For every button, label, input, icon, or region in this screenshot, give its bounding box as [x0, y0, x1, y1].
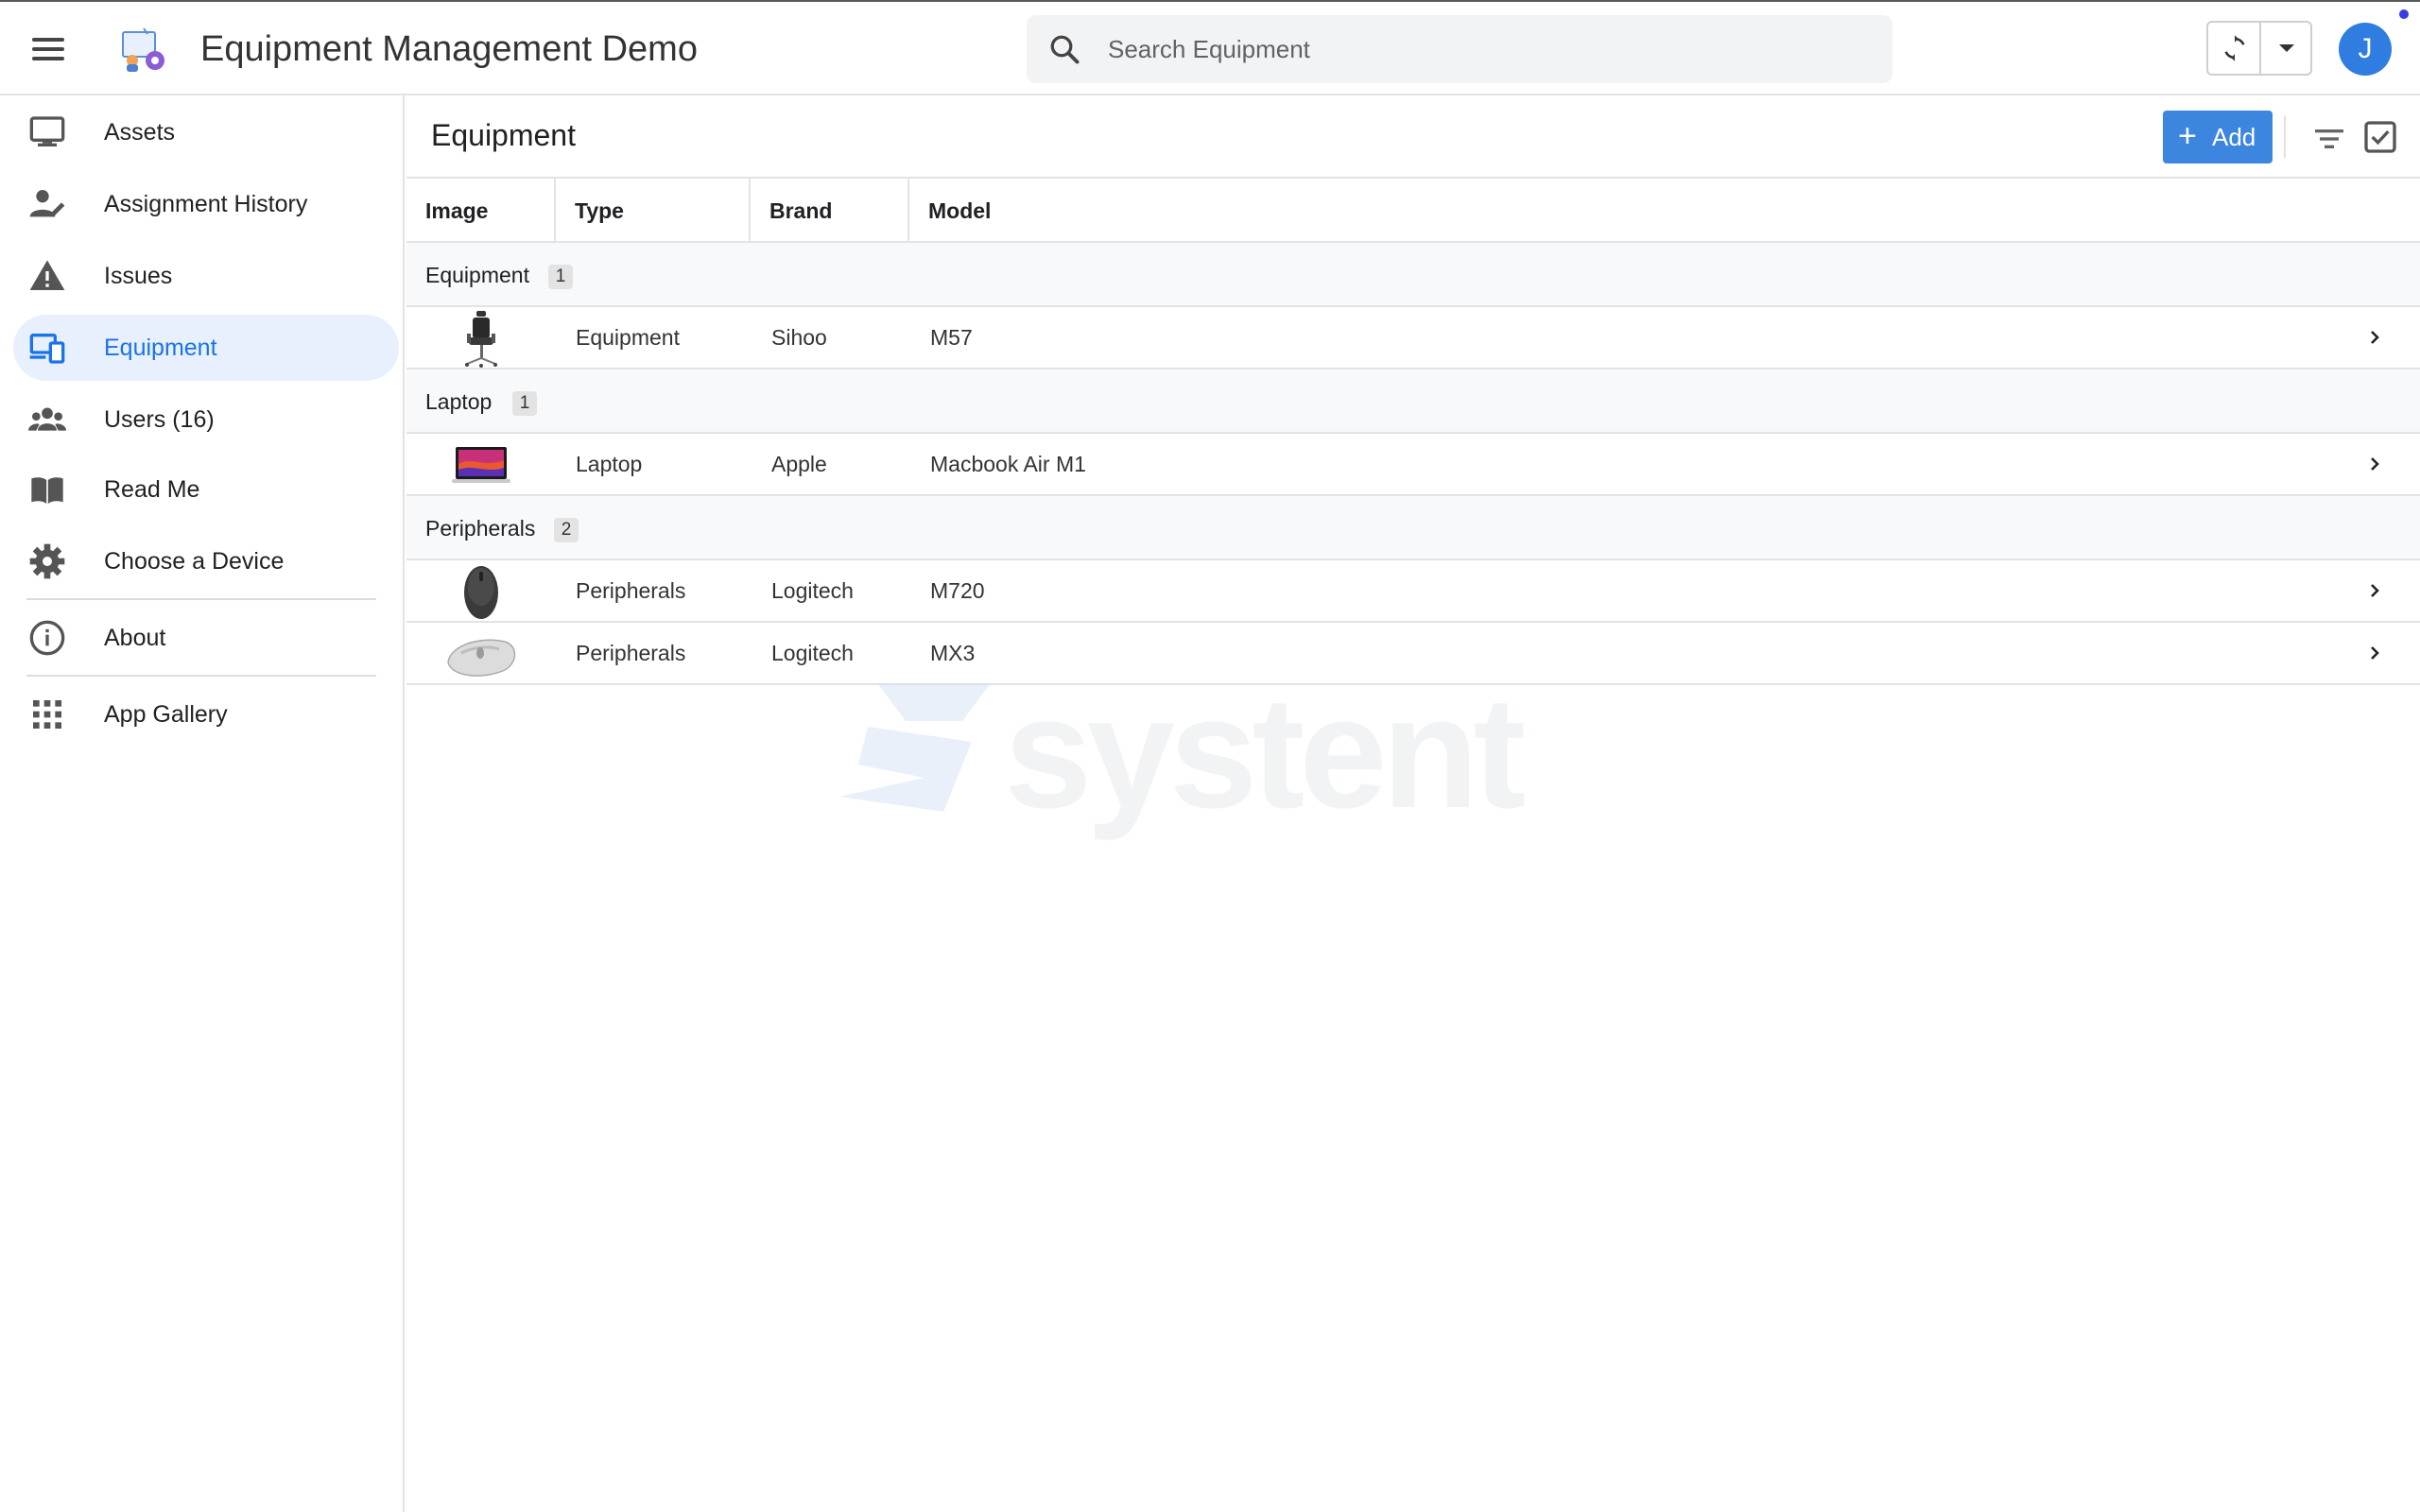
- app-logo-icon: [122, 27, 164, 72]
- filter-icon[interactable]: [2310, 120, 2348, 158]
- cell-brand: Logitech: [771, 641, 854, 665]
- sync-button-group: [2206, 21, 2312, 76]
- devices-icon: [29, 334, 65, 364]
- table-row[interactable]: Laptop Apple Macbook Air M1: [406, 434, 2420, 496]
- laptop-image: [452, 447, 510, 483]
- add-button-label: Add: [2212, 123, 2256, 151]
- cell-brand: Apple: [771, 452, 827, 476]
- cell-brand: Sihoo: [771, 325, 827, 350]
- group-count-badge: 1: [548, 265, 573, 289]
- sync-button[interactable]: [2208, 23, 2261, 74]
- group-label: Peripherals: [425, 516, 536, 541]
- app-root: Equipment Management Demo J: [0, 0, 2420, 1512]
- sidebar-divider: [26, 598, 376, 600]
- gear-icon: [29, 543, 65, 579]
- group-count-badge: 2: [554, 518, 579, 542]
- dark-mouse-image: [464, 566, 498, 619]
- chevron-down-icon: [2279, 44, 2294, 52]
- user-avatar[interactable]: J: [2339, 23, 2392, 76]
- top-bar: Equipment Management Demo J: [0, 0, 2420, 95]
- group-count-badge: 1: [512, 391, 537, 416]
- sidebar-item-label: Users (16): [104, 406, 215, 433]
- group-header-equipment[interactable]: Equipment 1: [406, 243, 2420, 307]
- column-header-model[interactable]: Model: [909, 179, 1477, 241]
- cell-type: Laptop: [576, 452, 643, 476]
- column-header-image[interactable]: Image: [406, 179, 556, 241]
- sidebar-item-about[interactable]: About: [13, 605, 399, 671]
- sidebar-item-label: Equipment: [104, 335, 217, 361]
- systent-logo-icon: [839, 683, 991, 812]
- monitor-icon: [29, 116, 65, 146]
- sidebar-item-label: Choose a Device: [104, 548, 285, 575]
- plus-icon: +: [2178, 118, 2197, 154]
- sidebar-item-label: Assets: [104, 119, 176, 146]
- table-row[interactable]: Peripherals Logitech M720: [406, 560, 2420, 623]
- info-icon: [29, 620, 65, 656]
- sidebar-item-equipment[interactable]: Equipment: [13, 315, 399, 381]
- sidebar-item-issues[interactable]: Issues: [13, 243, 399, 309]
- sidebar-item-label: Assignment History: [104, 191, 308, 217]
- users-icon: [28, 407, 66, 431]
- group-label: Laptop: [425, 389, 493, 414]
- office-chair-image: [465, 311, 497, 368]
- group-header-laptop[interactable]: Laptop 1: [406, 369, 2420, 434]
- cell-model: Macbook Air M1: [930, 452, 1086, 476]
- cell-model: M57: [930, 325, 973, 350]
- hamburger-menu-icon[interactable]: [28, 30, 68, 70]
- watermark-text: systent: [1004, 663, 1526, 841]
- sync-icon: [2224, 35, 2245, 61]
- cell-type: Peripherals: [576, 578, 686, 603]
- sidebar-item-read-me[interactable]: Read Me: [13, 456, 399, 523]
- search-icon: [1050, 35, 1080, 64]
- sidebar: Assets Assignment History Issues Equipme…: [0, 95, 405, 1512]
- cell-model: MX3: [930, 641, 976, 665]
- sidebar-item-label: App Gallery: [104, 701, 228, 728]
- chevron-right-icon[interactable]: [2363, 579, 2386, 602]
- cell-type: Equipment: [576, 325, 680, 350]
- notification-dot: [2399, 9, 2409, 19]
- user-edit-icon: [29, 190, 65, 217]
- toolbar-divider: [2284, 116, 2286, 158]
- light-mouse-image: [447, 639, 516, 677]
- checkbox-select-icon[interactable]: [2361, 118, 2399, 156]
- app-title: Equipment Management Demo: [200, 29, 698, 69]
- main-content: Equipment + Add Image Type Brand Model E…: [406, 95, 2420, 1512]
- add-button[interactable]: + Add: [2163, 111, 2273, 163]
- table-row[interactable]: Equipment Sihoo M57: [406, 307, 2420, 369]
- cell-type: Peripherals: [576, 641, 686, 665]
- table-header: Image Type Brand Model: [406, 179, 2420, 243]
- sync-dropdown-button[interactable]: [2261, 23, 2312, 74]
- cell-brand: Logitech: [771, 578, 854, 603]
- warning-icon: [29, 260, 65, 290]
- sidebar-item-users[interactable]: Users (16): [13, 387, 399, 453]
- sidebar-item-label: About: [104, 625, 166, 651]
- column-header-type[interactable]: Type: [556, 179, 751, 241]
- sidebar-item-label: Read Me: [104, 476, 200, 503]
- group-label: Equipment: [425, 263, 529, 287]
- sidebar-item-assignment-history[interactable]: Assignment History: [13, 171, 399, 237]
- sidebar-item-choose-device[interactable]: Choose a Device: [13, 528, 399, 594]
- group-header-peripherals[interactable]: Peripherals 2: [406, 496, 2420, 560]
- chevron-right-icon[interactable]: [2363, 326, 2386, 349]
- book-icon: [31, 477, 63, 504]
- chevron-right-icon[interactable]: [2363, 642, 2386, 664]
- cell-model: M720: [930, 578, 985, 603]
- sidebar-item-app-gallery[interactable]: App Gallery: [13, 681, 399, 747]
- sidebar-divider: [26, 675, 376, 677]
- grid-icon: [33, 700, 61, 729]
- column-header-brand[interactable]: Brand: [751, 179, 909, 241]
- chevron-right-icon[interactable]: [2363, 453, 2386, 475]
- systent-watermark: systent: [839, 672, 1596, 833]
- sidebar-item-label: Issues: [104, 263, 173, 289]
- search-bar[interactable]: [1027, 15, 1893, 83]
- page-title: Equipment: [431, 118, 576, 152]
- search-input[interactable]: [1108, 26, 1864, 72]
- sidebar-item-assets[interactable]: Assets: [13, 99, 399, 165]
